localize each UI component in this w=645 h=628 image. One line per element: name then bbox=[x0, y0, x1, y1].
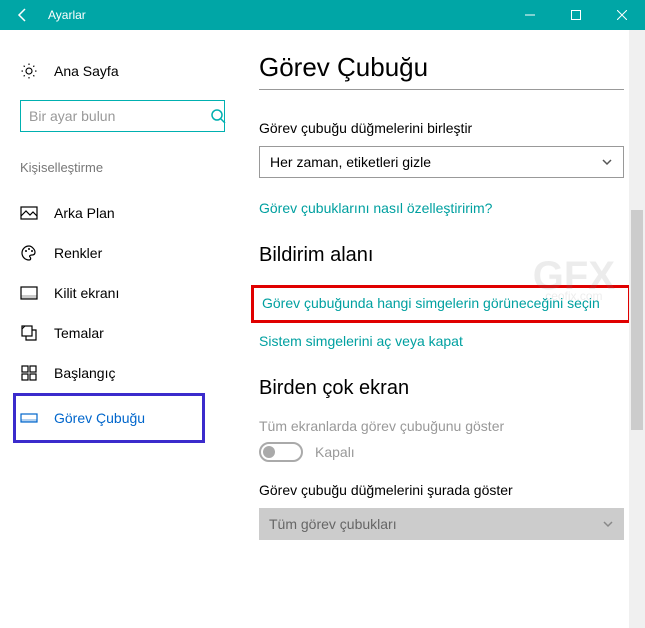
minimize-button[interactable] bbox=[507, 0, 553, 30]
show-buttons-label: Görev çubuğu düğmelerini şurada göster bbox=[259, 482, 621, 498]
search-input[interactable] bbox=[29, 108, 210, 124]
customize-link[interactable]: Görev çubuklarını nasıl özelleştiririm? bbox=[259, 200, 621, 216]
start-icon bbox=[20, 364, 38, 382]
search-icon bbox=[210, 108, 226, 124]
divider bbox=[259, 89, 624, 90]
sidebar-item-label: Arka Plan bbox=[54, 205, 115, 221]
show-all-toggle-row: Kapalı bbox=[259, 442, 621, 462]
taskbar-icon bbox=[20, 409, 38, 427]
page-title: Görev Çubuğu bbox=[259, 52, 621, 83]
window-title: Ayarlar bbox=[46, 8, 507, 22]
select-icons-link[interactable]: Görev çubuğunda hangi simgelerin görünec… bbox=[262, 294, 620, 314]
maximize-button[interactable] bbox=[553, 0, 599, 30]
category-label: Kişiselleştirme bbox=[20, 160, 225, 175]
titlebar: Ayarlar bbox=[0, 0, 645, 30]
toggle-knob bbox=[263, 446, 275, 458]
combine-label: Görev çubuğu düğmelerini birleştir bbox=[259, 120, 621, 136]
content-area: Görev Çubuğu Görev çubuğu düğmelerini bi… bbox=[245, 30, 645, 628]
chevron-down-icon bbox=[602, 518, 614, 530]
sidebar-item-colors[interactable]: Renkler bbox=[20, 233, 225, 273]
sidebar-item-themes[interactable]: Temalar bbox=[20, 313, 225, 353]
home-label: Ana Sayfa bbox=[54, 63, 119, 79]
notification-section-title: Bildirim alanı bbox=[259, 244, 621, 267]
sidebar-item-label: Başlangıç bbox=[54, 365, 115, 381]
scrollbar[interactable] bbox=[629, 30, 645, 628]
sidebar-item-label: Kilit ekranı bbox=[54, 285, 119, 301]
lockscreen-icon bbox=[20, 284, 38, 302]
sidebar-item-background[interactable]: Arka Plan bbox=[20, 193, 225, 233]
sidebar: Ana Sayfa Kişiselleştirme Arka Plan Renk… bbox=[0, 30, 245, 628]
scroll-thumb[interactable] bbox=[631, 210, 643, 430]
toggle-state-label: Kapalı bbox=[315, 444, 355, 460]
dropdown-value: Tüm görev çubukları bbox=[269, 516, 397, 532]
window-controls bbox=[507, 0, 645, 30]
show-all-label: Tüm ekranlarda görev çubuğunu göster bbox=[259, 418, 621, 434]
show-buttons-dropdown: Tüm görev çubukları bbox=[259, 508, 624, 540]
sidebar-item-label: Görev Çubuğu bbox=[54, 410, 145, 426]
image-icon bbox=[20, 204, 38, 222]
gear-icon bbox=[20, 62, 38, 80]
close-button[interactable] bbox=[599, 0, 645, 30]
palette-icon bbox=[20, 244, 38, 262]
system-icons-link[interactable]: Sistem simgelerini aç veya kapat bbox=[259, 333, 621, 349]
dropdown-value: Her zaman, etiketleri gizle bbox=[270, 154, 431, 170]
chevron-down-icon bbox=[601, 156, 613, 168]
multi-display-section-title: Birden çok ekran bbox=[259, 377, 621, 400]
sidebar-item-label: Renkler bbox=[54, 245, 102, 261]
back-button[interactable] bbox=[0, 0, 46, 30]
home-link[interactable]: Ana Sayfa bbox=[20, 62, 225, 80]
search-box[interactable] bbox=[20, 100, 225, 132]
highlight-frame-blue: Görev Çubuğu bbox=[13, 393, 205, 443]
show-all-toggle[interactable] bbox=[259, 442, 303, 462]
sidebar-item-start[interactable]: Başlangıç bbox=[20, 353, 225, 393]
sidebar-item-label: Temalar bbox=[54, 325, 104, 341]
sidebar-item-lockscreen[interactable]: Kilit ekranı bbox=[20, 273, 225, 313]
highlight-frame-red: Görev çubuğunda hangi simgelerin görünec… bbox=[251, 285, 631, 323]
sidebar-item-taskbar[interactable]: Görev Çubuğu bbox=[20, 398, 198, 438]
themes-icon bbox=[20, 324, 38, 342]
combine-dropdown[interactable]: Her zaman, etiketleri gizle bbox=[259, 146, 624, 178]
